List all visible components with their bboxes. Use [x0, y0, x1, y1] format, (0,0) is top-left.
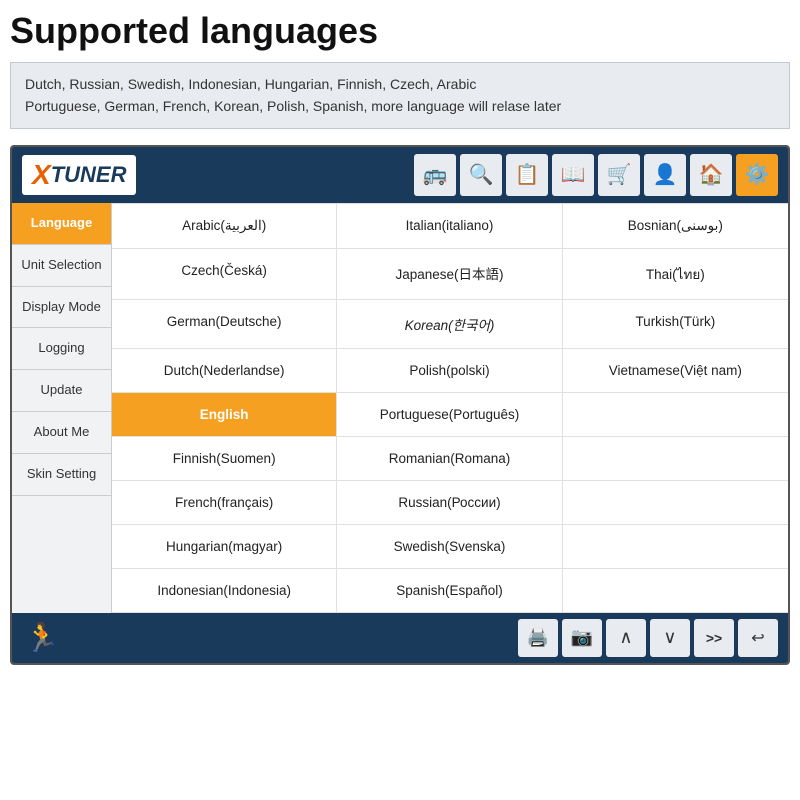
language-grid: Arabic(العربية) Italian(italiano) Bosnia…: [112, 203, 788, 613]
lang-italian[interactable]: Italian(italiano): [337, 204, 562, 249]
lang-german[interactable]: German(Deutsche): [112, 300, 337, 349]
bottom-bar: 🏃 🖨️ 📷 ∧ ∨ >> ↩: [12, 613, 788, 663]
sidebar-item-logging[interactable]: Logging: [12, 328, 111, 370]
app-frame: X TUNER 🚌 🔍 📋 📖 🛒 👤 🏠 ⚙️ Language Unit S…: [10, 145, 790, 665]
sidebar-item-skin-setting[interactable]: Skin Setting: [12, 454, 111, 496]
main-content: Language Unit Selection Display Mode Log…: [12, 203, 788, 613]
sidebar-item-unit-selection[interactable]: Unit Selection: [12, 245, 111, 287]
lang-korean[interactable]: Korean(한국어): [337, 300, 562, 349]
top-icon-settings[interactable]: ⚙️: [736, 154, 778, 196]
top-icon-book[interactable]: 📖: [552, 154, 594, 196]
lang-portuguese[interactable]: Portuguese(Português): [337, 393, 562, 437]
sidebar-item-language[interactable]: Language: [12, 203, 111, 245]
top-icon-vehicle[interactable]: 🚌: [414, 154, 456, 196]
sidebar: Language Unit Selection Display Mode Log…: [12, 203, 112, 613]
lang-empty-3: [563, 481, 788, 525]
lang-romanian[interactable]: Romanian(Romana): [337, 437, 562, 481]
up-icon[interactable]: ∧: [606, 619, 646, 657]
lang-vietnamese[interactable]: Vietnamese(Việt nam): [563, 349, 788, 393]
lang-japanese[interactable]: Japanese(日本語): [337, 249, 562, 300]
lang-thai[interactable]: Thai(ไทย): [563, 249, 788, 300]
top-icon-home[interactable]: 🏠: [690, 154, 732, 196]
lang-empty-5: [563, 569, 788, 613]
sidebar-item-update[interactable]: Update: [12, 370, 111, 412]
logo-tuner: TUNER: [51, 162, 127, 188]
lang-indonesian[interactable]: Indonesian(Indonesia): [112, 569, 337, 613]
lang-french[interactable]: French(français): [112, 481, 337, 525]
lang-polish[interactable]: Polish(polski): [337, 349, 562, 393]
top-icons: 🚌 🔍 📋 📖 🛒 👤 🏠 ⚙️: [414, 154, 778, 196]
forward-icon[interactable]: >>: [694, 619, 734, 657]
top-icon-clipboard[interactable]: 📋: [506, 154, 548, 196]
camera-icon[interactable]: 📷: [562, 619, 602, 657]
run-icon[interactable]: 🏃: [22, 619, 62, 657]
lang-bosnian[interactable]: Bosnian(بوسنی): [563, 204, 788, 249]
top-icon-user[interactable]: 👤: [644, 154, 686, 196]
lang-finnish[interactable]: Finnish(Suomen): [112, 437, 337, 481]
lang-arabic[interactable]: Arabic(العربية): [112, 204, 337, 249]
lang-english[interactable]: English: [112, 393, 337, 437]
page-title: Supported languages: [10, 10, 790, 52]
bottom-icons-right: 🖨️ 📷 ∧ ∨ >> ↩: [518, 619, 778, 657]
logo-x: X: [32, 159, 51, 191]
back-icon[interactable]: ↩: [738, 619, 778, 657]
logo-area: X TUNER: [22, 155, 136, 195]
lang-czech[interactable]: Czech(Česká): [112, 249, 337, 300]
down-icon[interactable]: ∨: [650, 619, 690, 657]
lang-turkish[interactable]: Turkish(Türk): [563, 300, 788, 349]
top-icon-cart[interactable]: 🛒: [598, 154, 640, 196]
sidebar-item-about-me[interactable]: About Me: [12, 412, 111, 454]
lang-hungarian[interactable]: Hungarian(magyar): [112, 525, 337, 569]
print-icon[interactable]: 🖨️: [518, 619, 558, 657]
lang-swedish[interactable]: Swedish(Svenska): [337, 525, 562, 569]
lang-empty-4: [563, 525, 788, 569]
lang-spanish[interactable]: Spanish(Español): [337, 569, 562, 613]
top-icon-search[interactable]: 🔍: [460, 154, 502, 196]
lang-empty-2: [563, 437, 788, 481]
subtitle-box: Dutch, Russian, Swedish, Indonesian, Hun…: [10, 62, 790, 129]
lang-russian[interactable]: Russian(России): [337, 481, 562, 525]
subtitle-text: Dutch, Russian, Swedish, Indonesian, Hun…: [25, 76, 561, 114]
lang-dutch[interactable]: Dutch(Nederlandse): [112, 349, 337, 393]
lang-empty-1: [563, 393, 788, 437]
top-bar: X TUNER 🚌 🔍 📋 📖 🛒 👤 🏠 ⚙️: [12, 147, 788, 203]
sidebar-item-display-mode[interactable]: Display Mode: [12, 287, 111, 329]
